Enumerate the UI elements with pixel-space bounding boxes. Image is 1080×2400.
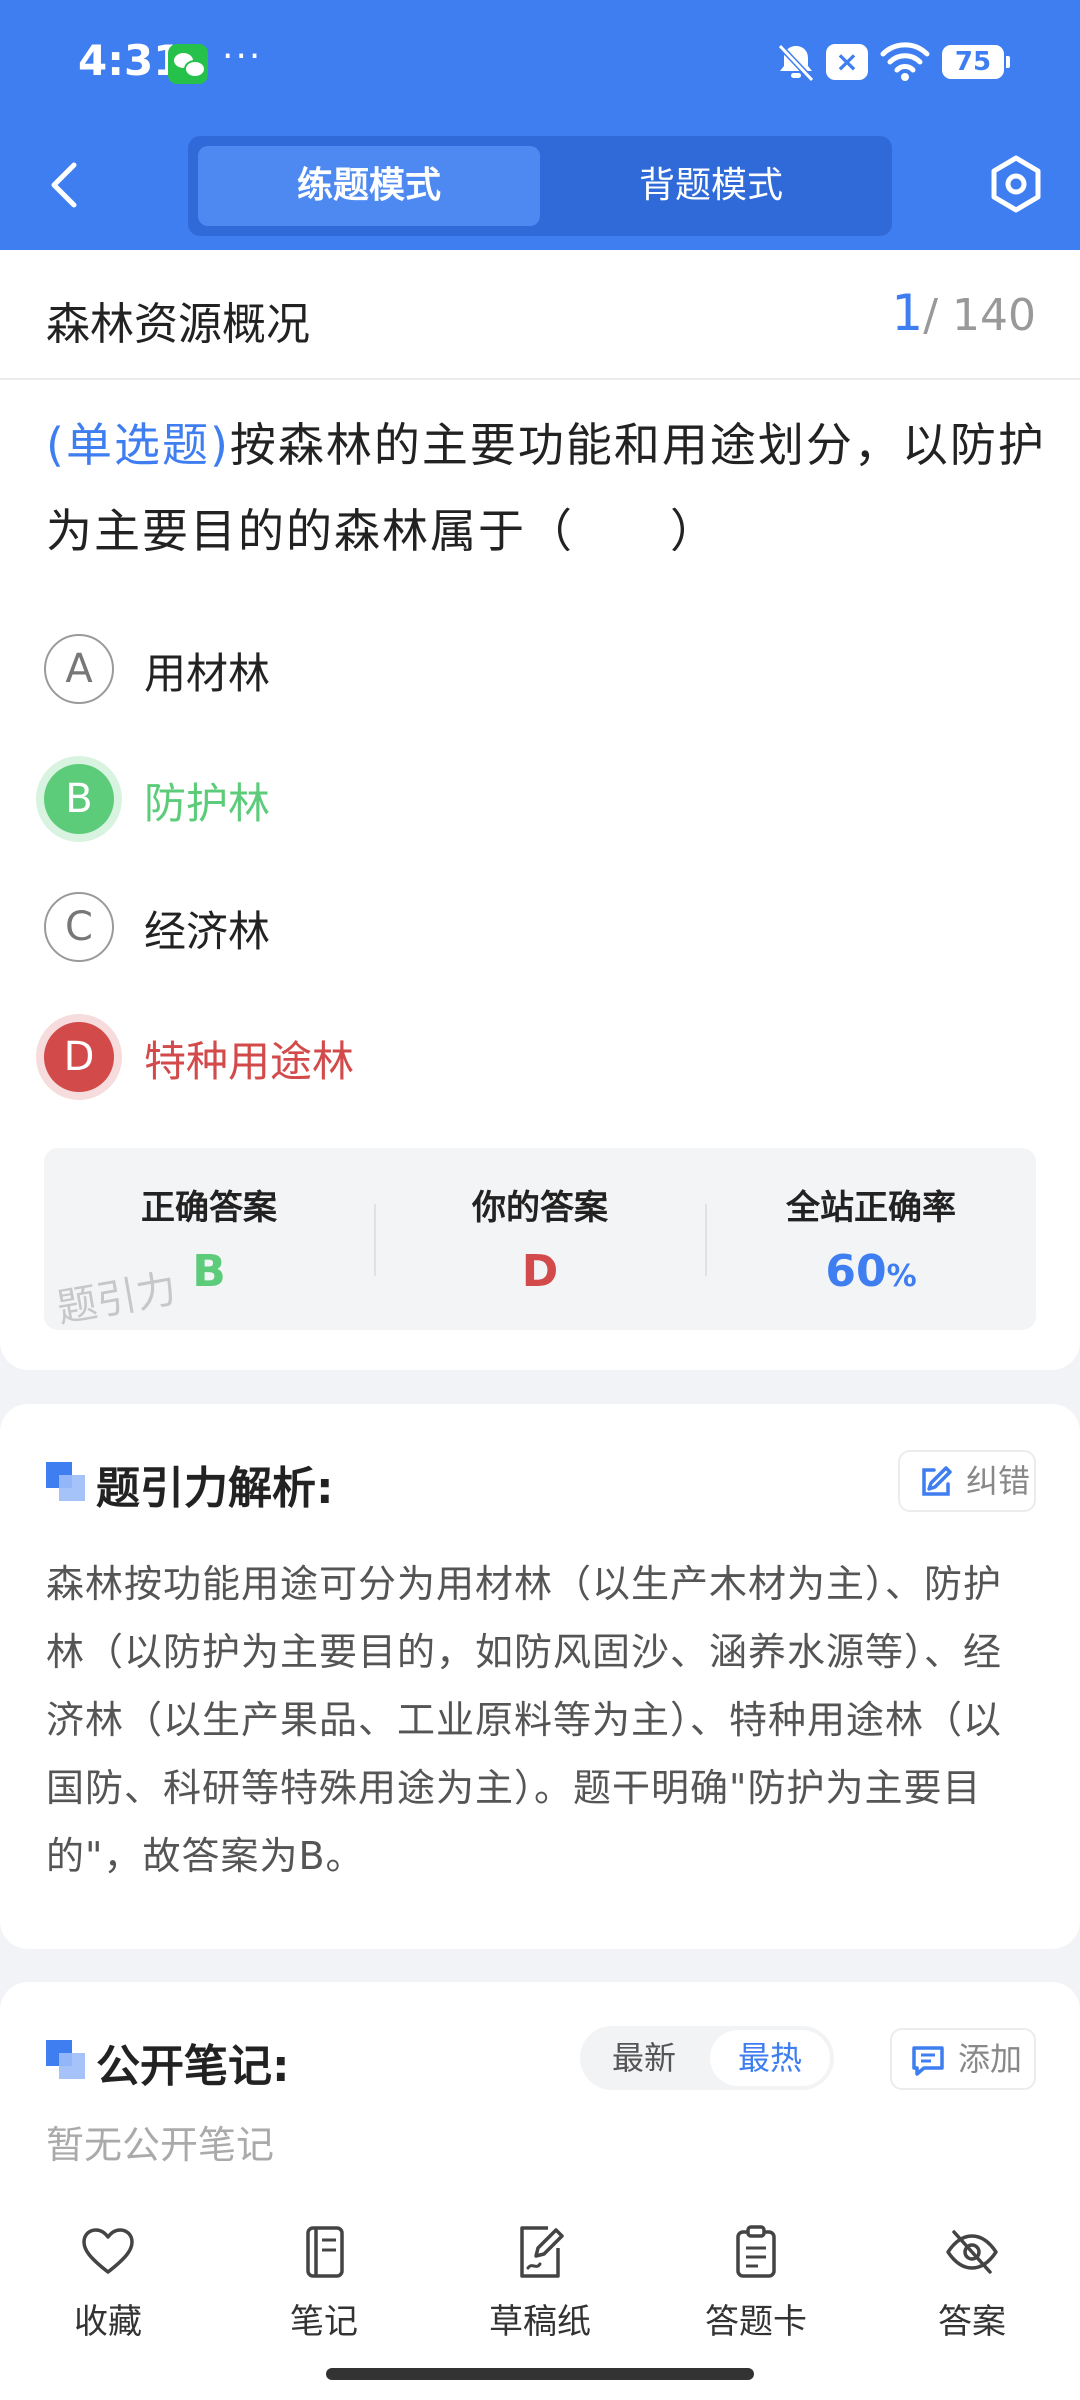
wifi-icon — [880, 42, 930, 81]
status-time: 4:31 — [78, 36, 183, 85]
option-d[interactable]: D 特种用途林 — [44, 1016, 1044, 1096]
back-chevron-icon[interactable] — [30, 155, 100, 215]
tab-practice-mode[interactable]: 练题模式 — [198, 146, 540, 226]
answer-card-icon — [736, 2225, 776, 2278]
option-letter-b: B — [44, 764, 114, 834]
your-answer-column: 你的答案 D — [375, 1148, 705, 1330]
option-letter-c: C — [44, 892, 114, 962]
draft-paper-icon — [520, 2226, 564, 2278]
favorite-label: 收藏 — [74, 2302, 142, 2342]
your-answer-value: D — [521, 1246, 559, 1297]
edit-icon — [922, 1466, 952, 1496]
correct-answer-label: 正确答案 — [141, 1188, 277, 1228]
sort-hot-button[interactable]: 最热 — [710, 2030, 830, 2086]
battery-indicator: 75 — [942, 45, 1010, 79]
your-answer-label: 你的答案 — [472, 1188, 608, 1228]
sort-latest-button[interactable]: 最新 — [584, 2030, 704, 2086]
close-notification-icon: × — [826, 44, 868, 80]
accuracy-unit: % — [886, 1259, 917, 1294]
analysis-title: 题引力解析: — [96, 1463, 334, 1514]
eye-off-icon — [946, 2230, 998, 2274]
show-answer-label: 答案 — [938, 2302, 1006, 2342]
question-progress[interactable]: 1/ 140 — [891, 284, 1036, 342]
answer-summary: 正确答案 B 你的答案 D 全站正确率 60% 题引力 — [44, 1148, 1036, 1330]
accuracy-value: 60% — [706, 1246, 1036, 1297]
tab-memorize-mode[interactable]: 背题模式 — [540, 146, 882, 226]
heart-icon — [82, 2228, 134, 2274]
status-bar: 4:31 ··· × 75 — [0, 0, 1080, 125]
empty-notes-text: 暂无公开笔记 — [46, 2123, 275, 2167]
report-error-button[interactable]: 纠错 — [898, 1450, 1036, 1512]
analysis-text: 森林按功能用途可分为用材林（以生产木材为主）、防护林（以防护为主要目的，如防风固… — [46, 1562, 1003, 1878]
show-answer-button[interactable]: 答案 — [887, 2224, 1057, 2354]
option-a[interactable]: A 用材林 — [44, 628, 1044, 708]
option-letter-a: A — [44, 634, 114, 704]
option-b[interactable]: B 防护林 — [44, 758, 1044, 838]
progress-total: / 140 — [923, 290, 1036, 341]
notebook-icon — [306, 2226, 344, 2278]
settings-icon[interactable] — [984, 152, 1048, 216]
question-card: 森林资源概况 1/ 140 (单选题)按森林的主要功能和用途划分，以防护为主要目… — [0, 250, 1080, 1370]
accuracy-label: 全站正确率 — [786, 1188, 956, 1228]
option-text-c: 经济林 — [144, 907, 271, 956]
option-text-d: 特种用途林 — [144, 1037, 355, 1086]
draft-paper-button[interactable]: 草稿纸 — [455, 2224, 625, 2354]
accuracy-column: 全站正确率 60% — [706, 1148, 1036, 1330]
option-c[interactable]: C 经济林 — [44, 886, 1044, 966]
answer-card-label: 答题卡 — [705, 2302, 807, 2342]
add-note-button[interactable]: 添加 — [890, 2028, 1036, 2090]
chapter-title: 森林资源概况 — [46, 299, 310, 350]
accuracy-number: 60 — [825, 1246, 887, 1297]
option-letter-d: D — [44, 1022, 114, 1092]
favorite-button[interactable]: 收藏 — [23, 2224, 193, 2354]
home-indicator[interactable] — [326, 2368, 754, 2380]
comment-icon — [912, 2046, 944, 2076]
option-text-a: 用材林 — [144, 649, 271, 698]
section-square-icon — [46, 1462, 86, 1502]
section-square-icon — [46, 2040, 86, 2080]
add-note-label: 添加 — [958, 2040, 1023, 2078]
notes-button[interactable]: 笔记 — [239, 2224, 409, 2354]
question-stem: (单选题)按森林的主要功能和用途划分，以防护为主要目的的森林属于（ ） — [46, 402, 1046, 574]
progress-current: 1 — [891, 284, 924, 342]
analysis-card: 题引力解析: 纠错 森林按功能用途可分为用材林（以生产木材为主）、防护林（以防护… — [0, 1404, 1080, 1949]
more-notifications-icon: ··· — [222, 36, 263, 77]
notes-sort-toggle: 最新 最热 — [580, 2026, 834, 2090]
top-header: 4:31 ··· × 75 练题模式 背题模式 — [0, 0, 1080, 250]
option-text-b: 防护林 — [144, 779, 271, 828]
notes-title: 公开笔记: — [96, 2041, 290, 2092]
bell-off-icon — [777, 43, 815, 83]
answer-card-button[interactable]: 答题卡 — [671, 2224, 841, 2354]
draft-paper-label: 草稿纸 — [489, 2302, 591, 2342]
chapter-row: 森林资源概况 1/ 140 — [0, 250, 1080, 380]
notes-label: 笔记 — [290, 2302, 358, 2342]
question-type: (单选题) — [46, 418, 230, 472]
mode-switch: 练题模式 背题模式 — [188, 136, 892, 236]
wechat-icon — [168, 44, 208, 84]
report-error-label: 纠错 — [966, 1462, 1031, 1500]
